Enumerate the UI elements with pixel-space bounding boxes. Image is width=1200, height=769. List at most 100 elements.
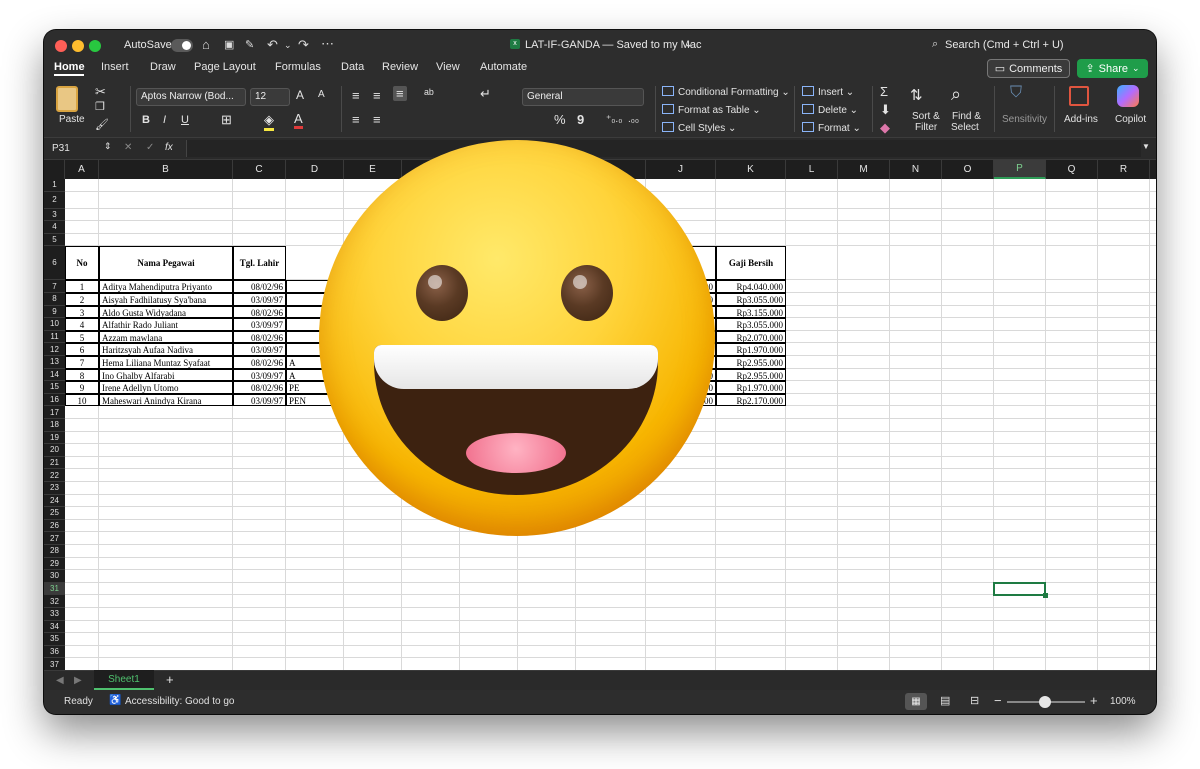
underline-button[interactable]: U [181, 114, 189, 126]
wrap-text-icon[interactable]: ↵ [480, 86, 491, 102]
row-header[interactable]: 8 [44, 293, 65, 306]
sensitivity-label[interactable]: Sensitivity [1002, 114, 1047, 125]
cell-tgl-lahir[interactable]: 08/02/96 [233, 305, 286, 319]
cell-gaji-bersih[interactable]: Rp2.955.000 [716, 368, 786, 382]
delete-cells-button[interactable]: Delete ⌄ [802, 104, 858, 116]
page-layout-view-icon[interactable]: ▤ [940, 694, 950, 707]
row-header[interactable]: 28 [44, 545, 65, 558]
select-label[interactable]: Select [951, 122, 979, 133]
cell-nama-pegawai[interactable]: Irene Adellyn Utomo [99, 381, 233, 394]
cell-tgl-lahir[interactable]: 03/09/97 [233, 293, 286, 306]
row-header[interactable]: 12 [44, 343, 65, 356]
chevron-down-icon[interactable]: ⌄ [284, 40, 292, 51]
column-header-m[interactable]: M [838, 160, 890, 179]
sheet-tab-sheet1[interactable]: Sheet1 [94, 670, 154, 690]
format-cells-button[interactable]: Format ⌄ [802, 122, 861, 134]
font-name-select[interactable]: Aptos Narrow (Bod... [136, 88, 246, 106]
filter-label[interactable]: Filter [915, 122, 937, 133]
cell-no[interactable]: 7 [65, 356, 99, 369]
copilot-label[interactable]: Copilot [1115, 114, 1146, 125]
find-icon[interactable]: ⌕ [951, 84, 961, 105]
cell-tgl-lahir[interactable]: 08/02/96 [233, 280, 286, 293]
autosum-icon[interactable]: Σ [880, 84, 888, 99]
cancel-icon[interactable]: ✕ [124, 142, 132, 153]
column-header-k[interactable]: K [716, 160, 786, 179]
row-header[interactable]: 16 [44, 394, 65, 407]
row-header[interactable]: 26 [44, 520, 65, 533]
close-window-button[interactable] [55, 40, 67, 52]
percent-button[interactable]: % [554, 112, 566, 127]
maximize-window-button[interactable] [89, 40, 101, 52]
tab-review[interactable]: Review [382, 61, 418, 73]
row-header[interactable]: 21 [44, 457, 65, 470]
row-header[interactable]: 1 [44, 179, 65, 192]
row-header[interactable]: 13 [44, 356, 65, 369]
row-header[interactable]: 36 [44, 646, 65, 659]
row-header[interactable]: 4 [44, 221, 65, 234]
zoom-level[interactable]: 100% [1110, 696, 1136, 707]
column-header-e[interactable]: E [344, 160, 402, 179]
format-as-table-button[interactable]: Format as Table ⌄ [662, 104, 761, 116]
column-header-l[interactable]: L [786, 160, 838, 179]
row-header[interactable]: 30 [44, 570, 65, 583]
cell-gaji-bersih[interactable]: Rp1.970.000 [716, 343, 786, 356]
accessibility-status[interactable]: Accessibility: Good to go [125, 696, 235, 707]
share-button[interactable]: ⇪ Share ⌄ [1077, 59, 1148, 78]
cell-nama-pegawai[interactable]: Azzam mawlana [99, 330, 233, 344]
insert-cells-button[interactable]: Insert ⌄ [802, 86, 854, 98]
tab-formulas[interactable]: Formulas [275, 61, 321, 73]
tab-insert[interactable]: Insert [101, 61, 129, 73]
cell-no[interactable]: 9 [65, 381, 99, 394]
cell-tgl-lahir[interactable]: 08/02/96 [233, 330, 286, 344]
grow-font-icon[interactable]: A [296, 88, 304, 102]
row-header[interactable]: 10 [44, 318, 65, 331]
column-header-p[interactable]: P [994, 160, 1046, 179]
cell-nama-pegawai[interactable]: Aisyah Fadhilatusy Sya'bana [99, 293, 233, 306]
row-header[interactable]: 14 [44, 369, 65, 382]
redo-icon[interactable]: ↷ [298, 37, 309, 53]
format-painter-icon[interactable]: 🖌 [95, 118, 109, 131]
cell-nama-pegawai[interactable]: Hema Liliana Muntaz Syafaat [99, 356, 233, 369]
cell-tgl-lahir[interactable]: 03/09/97 [233, 393, 286, 407]
prev-sheet-icon[interactable]: ◀ [56, 675, 64, 686]
column-header-r[interactable]: R [1098, 160, 1150, 179]
cell-gaji-bersih[interactable]: Rp2.955.000 [716, 356, 786, 369]
fill-icon[interactable]: ⬇ [880, 102, 891, 118]
zoom-out-button[interactable]: − [994, 693, 1002, 708]
undo-icon[interactable]: ↶ [267, 37, 278, 53]
shrink-font-icon[interactable]: A [318, 89, 325, 100]
tab-draw[interactable]: Draw [150, 61, 176, 73]
align-middle-icon[interactable]: ≡ [373, 88, 381, 103]
paste-icon[interactable] [56, 86, 78, 112]
row-header[interactable]: 27 [44, 532, 65, 545]
accessibility-icon[interactable]: ♿ [109, 695, 121, 706]
column-header-n[interactable]: N [890, 160, 942, 179]
normal-view-icon[interactable]: ▦ [905, 693, 927, 710]
cell-tgl-lahir[interactable]: 03/09/97 [233, 368, 286, 382]
page-break-view-icon[interactable]: ⊟ [970, 694, 979, 707]
row-header[interactable]: 24 [44, 495, 65, 508]
align-bottom-icon[interactable]: ≡ [393, 86, 407, 101]
header-nama-pegawai[interactable]: Nama Pegawai [99, 246, 233, 281]
row-header[interactable]: 33 [44, 608, 65, 621]
column-header-o[interactable]: O [942, 160, 994, 179]
row-header[interactable]: 32 [44, 595, 65, 608]
column-header-a[interactable]: A [65, 160, 99, 179]
row-header[interactable]: 6 [44, 246, 65, 281]
row-header[interactable]: 11 [44, 331, 65, 344]
row-header[interactable]: 31 [44, 582, 65, 596]
row-header[interactable]: 17 [44, 406, 65, 419]
cell-gaji-bersih[interactable]: Rp1.970.000 [716, 381, 786, 394]
cell-nama-pegawai[interactable]: Alfathir Rado Juliant [99, 318, 233, 331]
autosave-toggle[interactable] [171, 39, 193, 52]
column-header-q[interactable]: Q [1046, 160, 1098, 179]
row-header[interactable]: 2 [44, 192, 65, 209]
cell-tgl-lahir[interactable]: 08/02/96 [233, 356, 286, 369]
cell-no[interactable]: 8 [65, 368, 99, 382]
align-left-icon[interactable]: ≡ [352, 112, 360, 127]
name-box-stepper-icon[interactable]: ⇕ [104, 141, 112, 152]
fill-color-icon[interactable]: ◈ [264, 112, 274, 131]
cell-no[interactable]: 6 [65, 343, 99, 356]
name-box[interactable]: P31 [52, 143, 70, 154]
cell-no[interactable]: 10 [65, 393, 99, 407]
